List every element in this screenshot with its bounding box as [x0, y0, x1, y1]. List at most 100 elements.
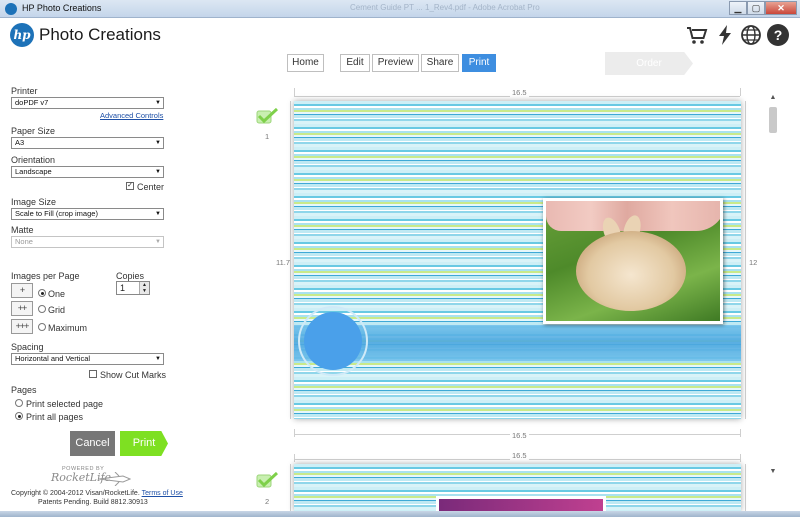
help-icon[interactable]: ?: [767, 24, 789, 46]
minimize-button[interactable]: ▁: [729, 1, 747, 15]
dimension-tick: [294, 429, 295, 437]
order-button[interactable]: Order: [605, 52, 693, 75]
page1-number: 1: [265, 132, 270, 141]
ipp-one-label: One: [48, 289, 66, 299]
page1-height-right-label: 12: [749, 258, 758, 267]
advanced-controls-link[interactable]: Advanced Controls: [100, 111, 163, 120]
chevron-down-icon: ▼: [155, 239, 161, 245]
print-all-pages-radio[interactable]: [15, 412, 23, 420]
orientation-label: Orientation: [11, 155, 56, 165]
maximize-button[interactable]: ▢: [747, 1, 765, 15]
center-label: Center: [137, 182, 165, 192]
matte-select: None ▼: [11, 236, 164, 248]
globe-icon[interactable]: [740, 24, 762, 46]
dimension-tick: [294, 454, 295, 462]
tab-preview[interactable]: Preview: [372, 54, 419, 72]
height-dimension-line: [290, 101, 291, 419]
scroll-down-icon[interactable]: ▼: [768, 467, 778, 477]
scroll-up-icon[interactable]: ▲: [768, 93, 778, 103]
print-all-pages-label: Print all pages: [26, 412, 84, 422]
show-cut-marks-checkbox[interactable]: [89, 370, 97, 378]
window-title: HP Photo Creations: [22, 3, 102, 13]
shopping-cart-icon[interactable]: [686, 24, 708, 46]
close-button[interactable]: ✕: [765, 1, 797, 15]
image-size-select[interactable]: Scale to Fill (crop image) ▼: [11, 208, 164, 220]
image-size-label: Image Size: [11, 197, 57, 207]
blue-circle: [304, 312, 362, 370]
copies-stepper[interactable]: 1 ▲ ▼: [116, 281, 150, 295]
ipp-maximum-icon[interactable]: +++: [11, 319, 33, 334]
preview-scrollbar[interactable]: ▲ ▼: [766, 93, 780, 483]
rocketlife-logo: POWERED BY RocketLife: [49, 466, 134, 490]
print-selected-page-label: Print selected page: [26, 399, 104, 409]
dimension-tick: [294, 88, 295, 96]
spacing-select[interactable]: Horizontal and Vertical ▼: [11, 353, 164, 365]
cancel-button[interactable]: Cancel: [70, 431, 115, 456]
bunny-photo[interactable]: [543, 198, 723, 324]
ipp-one-radio[interactable]: [38, 289, 46, 297]
images-per-page-label: Images per Page: [11, 271, 80, 281]
orientation-select[interactable]: Landscape ▼: [11, 166, 164, 178]
ipp-one-icon[interactable]: +: [11, 283, 33, 298]
center-checkbox[interactable]: ✓: [126, 182, 134, 190]
photo-bunny: [576, 231, 686, 311]
tab-edit[interactable]: Edit: [340, 54, 370, 72]
page2-width-label: 16.5: [510, 451, 529, 460]
pages-label: Pages: [11, 385, 37, 395]
height-dimension-line: [745, 464, 746, 511]
stepper-arrows-icon[interactable]: ▲ ▼: [139, 282, 149, 294]
chevron-down-icon: ▼: [155, 356, 161, 362]
chevron-down-icon: ▼: [155, 211, 161, 217]
print-button[interactable]: Print: [120, 431, 168, 456]
height-dimension-line: [745, 101, 746, 419]
spacing-label: Spacing: [11, 342, 44, 352]
ipp-grid-icon[interactable]: ++: [11, 301, 33, 316]
page-2-preview[interactable]: [294, 464, 741, 511]
terms-of-use-link[interactable]: Terms of Use: [142, 490, 183, 497]
page-1-preview[interactable]: [294, 101, 741, 419]
height-dimension-line: [290, 464, 291, 511]
scroll-thumb[interactable]: [769, 107, 777, 133]
patents-text: Patents Pending. Build 8812.30913: [38, 499, 148, 506]
lightning-icon[interactable]: [714, 24, 736, 46]
printer-label: Printer: [11, 86, 38, 96]
page2-checkmark-icon[interactable]: [256, 472, 278, 488]
app-window: HP Photo Creations Cement Guide PT ... 1…: [0, 0, 800, 517]
chevron-down-icon: ▼: [155, 169, 161, 175]
tab-home[interactable]: Home: [287, 54, 324, 72]
chevron-down-icon: ▼: [155, 100, 161, 106]
matte-label: Matte: [11, 225, 34, 235]
app-title: Photo Creations: [39, 25, 161, 44]
paper-size-label: Paper Size: [11, 126, 56, 136]
tab-share[interactable]: Share: [421, 54, 459, 72]
page1-width-label: 16.5: [510, 88, 529, 97]
dimension-tick: [740, 454, 741, 462]
printer-select[interactable]: doPDF v7 ▼: [11, 97, 164, 109]
taskbar-strip: [0, 511, 800, 517]
page1-checkmark-icon[interactable]: [256, 108, 278, 124]
title-bar: HP Photo Creations Cement Guide PT ... 1…: [0, 0, 800, 18]
paper-size-select[interactable]: A3 ▼: [11, 137, 164, 149]
copyright-text: Copyright © 2004-2012 Visan/RocketLife.: [11, 490, 140, 497]
hp-logo: hp: [10, 23, 34, 47]
matte-value: None: [15, 237, 33, 246]
ipp-grid-radio[interactable]: [38, 305, 46, 313]
orientation-value: Landscape: [15, 167, 52, 176]
print-selected-page-radio[interactable]: [15, 399, 23, 407]
ipp-grid-label: Grid: [48, 305, 66, 315]
ipp-maximum-radio[interactable]: [38, 323, 46, 331]
copies-label: Copies: [116, 271, 145, 281]
ipp-maximum-label: Maximum: [48, 323, 88, 333]
page2-photo[interactable]: [436, 496, 606, 511]
image-size-value: Scale to Fill (crop image): [15, 209, 98, 218]
spacing-value: Horizontal and Vertical: [15, 354, 91, 363]
page1-height-left-label: 11.7: [276, 258, 291, 267]
page1-bottom-width-label: 16.5: [510, 431, 529, 440]
rocket-icon: [99, 472, 131, 486]
copyright-line: Copyright © 2004-2012 Visan/RocketLife. …: [11, 490, 183, 497]
page2-number: 2: [265, 497, 270, 506]
copies-value: 1: [120, 283, 126, 293]
dimension-tick: [740, 88, 741, 96]
tab-print[interactable]: Print: [462, 54, 496, 72]
show-cut-marks-label: Show Cut Marks: [100, 370, 167, 380]
